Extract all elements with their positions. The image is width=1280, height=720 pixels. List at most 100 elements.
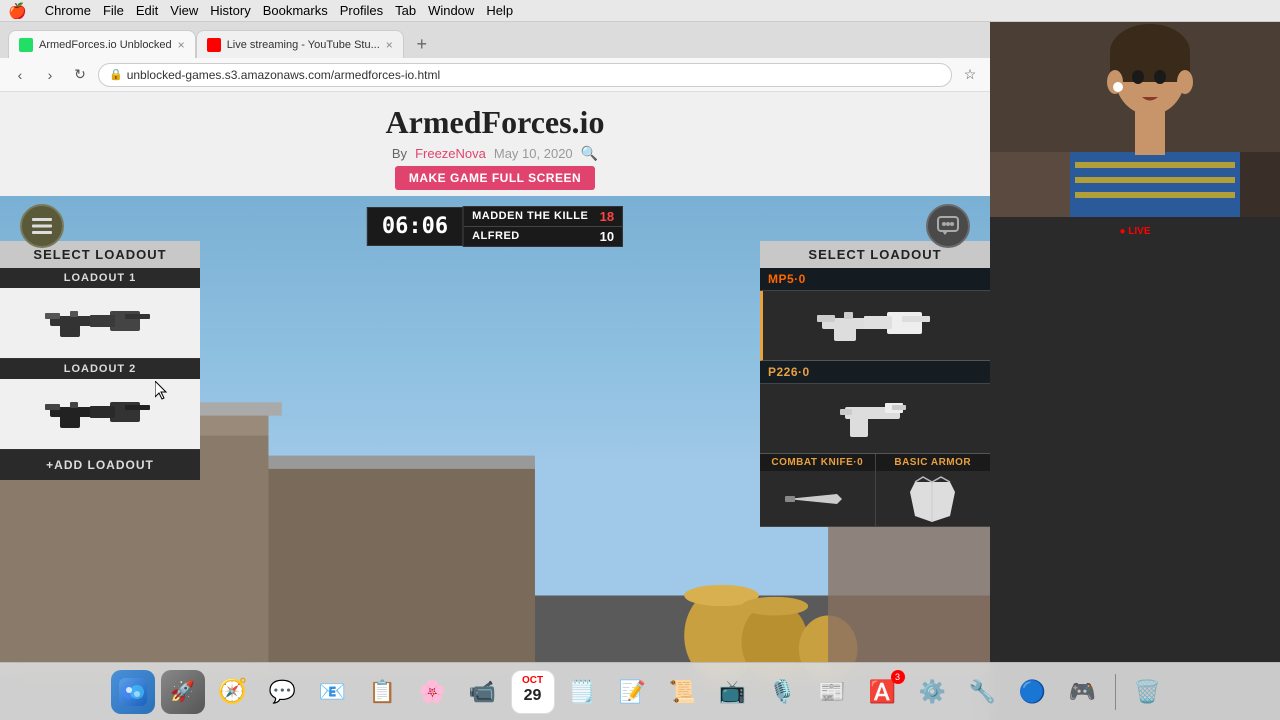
dock-chrome[interactable]: 🔵 <box>1011 670 1055 714</box>
meta-date: May 10, 2020 <box>494 146 573 161</box>
address-bar[interactable]: 🔒 unblocked-games.s3.amazonaws.com/armed… <box>98 63 952 87</box>
menu-tab[interactable]: Tab <box>395 3 416 18</box>
combat-knife-image <box>760 471 875 526</box>
browser-area: ArmedForces.io Unblocked × Live streamin… <box>0 22 990 720</box>
score-val-1: 18 <box>600 209 614 224</box>
score-name-1: MADDEN THE KILLE <box>472 210 588 222</box>
browser-content: ArmedForces.io By FreezeNova May 10, 202… <box>0 92 990 720</box>
tab-label-armedforces: ArmedForces.io Unblocked <box>39 39 172 51</box>
chat-icon <box>937 216 959 236</box>
score-row-2: ALFRED 10 <box>464 227 622 246</box>
dock-script-editor[interactable]: 📜 <box>661 670 705 714</box>
safari-icon: 🧭 <box>218 677 248 706</box>
system-prefs-icon: ⚙️ <box>919 679 946 705</box>
browser-toolbar: ‹ › ↻ 🔒 unblocked-games.s3.amazonaws.com… <box>0 58 990 92</box>
dock-podcasts[interactable]: 🎙️ <box>761 670 805 714</box>
apple-menu[interactable]: 🍎 <box>8 2 27 20</box>
menu-window[interactable]: Window <box>428 3 474 18</box>
loadout-2-title: LOADOUT 2 <box>0 359 200 379</box>
photos-icon: 🌸 <box>419 679 446 705</box>
combat-knife-item[interactable]: COMBAT KNIFE·0 <box>760 454 876 527</box>
dock-photos[interactable]: 🌸 <box>411 670 455 714</box>
menu-chrome[interactable]: Chrome <box>45 3 91 18</box>
reload-button[interactable]: ↻ <box>68 63 92 87</box>
menu-file[interactable]: File <box>103 3 124 18</box>
lock-icon: 🔒 <box>109 68 123 81</box>
tab-favicon-youtube <box>207 38 221 52</box>
score-val-2: 10 <box>600 229 614 244</box>
dock-messages[interactable]: 💬 <box>261 670 305 714</box>
tab-close-armedforces[interactable]: × <box>178 38 185 52</box>
app-store-icon: 🅰️ <box>869 679 896 705</box>
loadout-item-1[interactable]: LOADOUT 1 <box>0 268 200 359</box>
dock-launchpad[interactable]: 🚀 <box>161 670 205 714</box>
weapon-image-mp5[interactable] <box>760 291 990 361</box>
menu-button[interactable] <box>20 204 64 248</box>
tab-close-youtube[interactable]: × <box>386 38 393 52</box>
dock-safari[interactable]: 🧭 <box>211 670 255 714</box>
calendar-day: 29 <box>524 687 542 705</box>
tab-label-youtube: Live streaming - YouTube Stu... <box>227 39 380 51</box>
app-store-badge: 3 <box>891 670 905 684</box>
webcam-video <box>990 22 1280 217</box>
loadout-right-panel: SELECT LOADOUT MP5·0 <box>760 241 990 527</box>
dock-app-store[interactable]: 🅰️ 3 <box>861 670 905 714</box>
menu-history[interactable]: History <box>210 3 250 18</box>
score-name-2: ALFRED <box>472 230 520 242</box>
game-hud-top: 06:06 MADDEN THE KILLE 18 ALFRED 10 <box>0 204 990 248</box>
page-header: ArmedForces.io By FreezeNova May 10, 202… <box>0 92 990 196</box>
dock-notes[interactable]: 📝 <box>611 670 655 714</box>
menu-view[interactable]: View <box>170 3 198 18</box>
dock-trash[interactable]: 🗑️ <box>1126 670 1170 714</box>
menu-help[interactable]: Help <box>486 3 513 18</box>
add-loadout-button[interactable]: +ADD LOADOUT <box>0 450 200 480</box>
script-editor-icon: 📜 <box>669 679 696 705</box>
back-button[interactable]: ‹ <box>8 63 32 87</box>
game-container[interactable]: 06:06 MADDEN THE KILLE 18 ALFRED 10 <box>0 196 990 720</box>
game-scores: MADDEN THE KILLE 18 ALFRED 10 <box>463 206 623 247</box>
meta-by: By <box>392 146 407 161</box>
weapon-name-mp5: MP5·0 <box>768 272 806 286</box>
loadout-item-2[interactable]: LOADOUT 2 <box>0 359 200 450</box>
score-row-1: MADDEN THE KILLE 18 <box>464 207 622 227</box>
gun-2-icon <box>40 392 160 437</box>
menu-edit[interactable]: Edit <box>136 3 158 18</box>
right-weapon-name-1: MP5·0 <box>760 268 990 291</box>
mp5-icon <box>812 298 942 353</box>
forward-button[interactable]: › <box>38 63 62 87</box>
webcam-feed <box>990 22 1280 217</box>
chat-button[interactable] <box>926 204 970 248</box>
basic-armor-item[interactable]: BASIC ARMOR <box>876 454 991 527</box>
search-icon[interactable]: 🔍 <box>581 145 598 162</box>
game-inner: 06:06 MADDEN THE KILLE 18 ALFRED 10 <box>0 196 990 720</box>
hud-timer-scores: 06:06 MADDEN THE KILLE 18 ALFRED 10 <box>367 206 623 247</box>
dock-discord[interactable]: 🎮 <box>1061 670 1105 714</box>
bookmark-icon[interactable]: ☆ <box>958 63 982 87</box>
fullscreen-button[interactable]: MAKE GAME FULL SCREEN <box>395 166 595 190</box>
menu-profiles[interactable]: Profiles <box>340 3 383 18</box>
combat-knife-title: COMBAT KNIFE·0 <box>760 454 875 471</box>
dock-apple-tv[interactable]: 📺 <box>711 670 755 714</box>
reminders-icon: 📋 <box>369 679 396 705</box>
dock-reminders[interactable]: 📋 <box>361 670 405 714</box>
weapon-image-p226[interactable] <box>760 384 990 454</box>
webcam-rest: ● LIVE <box>990 217 1280 720</box>
weapon-name-p226: P226·0 <box>768 365 810 379</box>
gun-1-icon <box>40 301 160 346</box>
dock-dev-tools[interactable]: 🔧 <box>961 670 1005 714</box>
page-meta: By FreezeNova May 10, 2020 🔍 <box>0 145 990 162</box>
tab-youtube[interactable]: Live streaming - YouTube Stu... × <box>196 30 404 58</box>
dock-facetime[interactable]: 📹 <box>461 670 505 714</box>
notes-icon: 📝 <box>619 679 646 705</box>
dock-calendar[interactable]: OCT 29 <box>511 670 555 714</box>
loadout-1-title: LOADOUT 1 <box>0 268 200 288</box>
dock-news[interactable]: 📰 <box>811 670 855 714</box>
tab-armedforces[interactable]: ArmedForces.io Unblocked × <box>8 30 196 58</box>
dock-mail[interactable]: 📧 <box>311 670 355 714</box>
dock-stickies[interactable]: 🗒️ <box>561 670 605 714</box>
new-tab-button[interactable]: + <box>408 30 436 58</box>
dock-finder[interactable] <box>111 670 155 714</box>
toolbar-icons: ☆ <box>958 63 982 87</box>
dock-system-prefs[interactable]: ⚙️ <box>911 670 955 714</box>
menu-bookmarks[interactable]: Bookmarks <box>263 3 328 18</box>
